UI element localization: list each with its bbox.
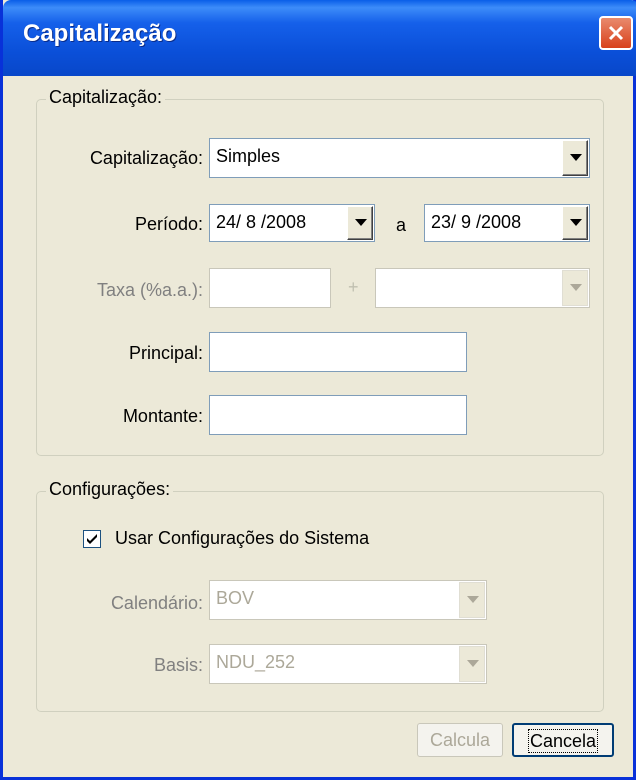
capitalizacao-select[interactable]: Simples	[209, 138, 590, 178]
periodo-start-dropdown-button[interactable]	[347, 206, 373, 240]
basis-dropdown-button[interactable]	[459, 646, 485, 682]
montante-label: Montante:	[122, 406, 203, 426]
use-system-label[interactable]: Usar Configurações do Sistema	[115, 528, 369, 549]
calcula-button[interactable]: Calcula	[417, 723, 503, 757]
window-title: Capitalização	[23, 20, 177, 47]
close-button[interactable]	[599, 16, 633, 50]
taxa-plus-sign: +	[348, 277, 359, 297]
title-bar[interactable]: Capitalização	[3, 0, 636, 76]
calcula-button-label: Calcula	[429, 730, 491, 750]
basis-label: Basis:	[153, 655, 203, 675]
capitalizacao-group-legend: Capitalização:	[46, 87, 166, 108]
periodo-label: Período:	[134, 214, 203, 234]
periodo-start-value: 24/ 8 /2008	[216, 212, 307, 232]
periodo-start-date-picker[interactable]: 24/ 8 /2008	[209, 204, 375, 242]
chevron-down-icon	[355, 219, 367, 226]
taxa-label: Taxa (%a.a.):	[96, 280, 203, 300]
capitalizacao-dropdown-button[interactable]	[562, 140, 588, 176]
configuracoes-group-legend: Configurações:	[46, 479, 174, 500]
principal-input[interactable]	[209, 332, 467, 372]
periodo-end-dropdown-button[interactable]	[562, 206, 588, 240]
chevron-down-icon	[570, 219, 582, 226]
basis-select-value: NDU_252	[216, 652, 296, 672]
calendario-label: Calendário:	[110, 593, 203, 613]
chevron-down-icon	[467, 660, 479, 667]
periodo-end-value: 23/ 9 /2008	[431, 212, 522, 232]
cancela-button-label: Cancela	[527, 729, 599, 753]
principal-label: Principal:	[128, 343, 203, 363]
taxa-extra-dropdown-button[interactable]	[562, 270, 588, 306]
taxa-extra-select[interactable]	[375, 268, 590, 308]
taxa-input[interactable]	[209, 268, 331, 308]
check-icon	[87, 534, 97, 544]
calendario-select[interactable]: BOV	[209, 580, 487, 620]
montante-input[interactable]	[209, 395, 467, 435]
calendario-dropdown-button[interactable]	[459, 582, 485, 618]
periodo-separator: a	[396, 215, 407, 235]
capitalizacao-select-value: Simples	[216, 146, 281, 166]
chevron-down-icon	[570, 284, 582, 291]
use-system-checkbox[interactable]	[83, 530, 101, 548]
dialog-window: Capitalização Capitalização: Capitalizaç…	[0, 0, 636, 780]
cancela-button[interactable]: Cancela	[512, 723, 614, 757]
calendario-select-value: BOV	[216, 588, 255, 608]
close-icon	[608, 25, 624, 41]
capitalizacao-label: Capitalização:	[89, 148, 203, 168]
basis-select[interactable]: NDU_252	[209, 644, 487, 684]
periodo-end-date-picker[interactable]: 23/ 9 /2008	[424, 204, 590, 242]
chevron-down-icon	[467, 596, 479, 603]
chevron-down-icon	[570, 154, 582, 161]
